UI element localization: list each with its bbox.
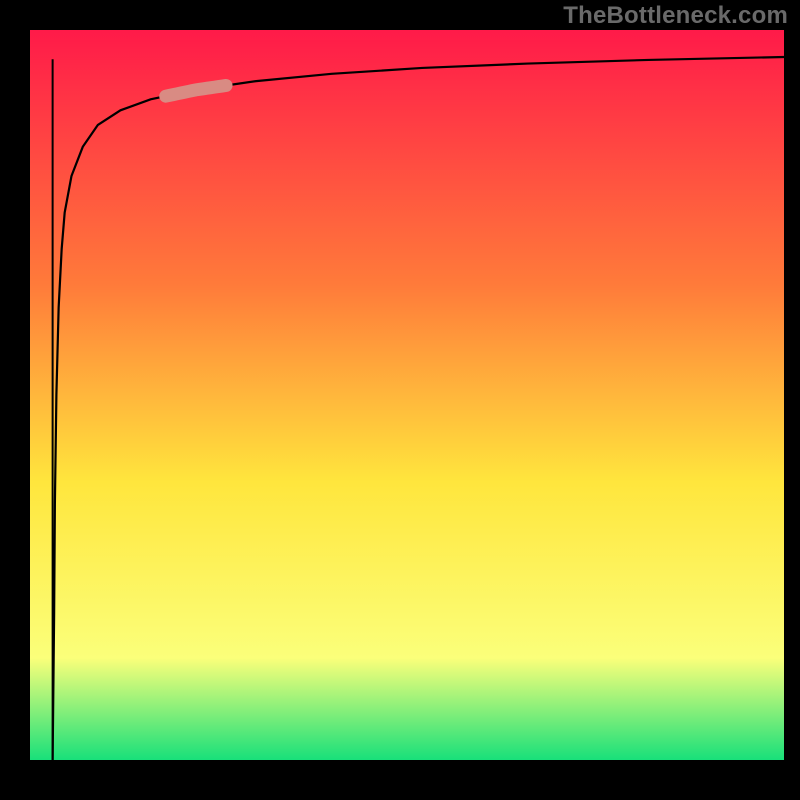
plot-background xyxy=(30,30,784,760)
watermark-text: TheBottleneck.com xyxy=(563,2,788,30)
chart-svg xyxy=(0,0,800,800)
chart-stage: TheBottleneck.com xyxy=(0,0,800,800)
